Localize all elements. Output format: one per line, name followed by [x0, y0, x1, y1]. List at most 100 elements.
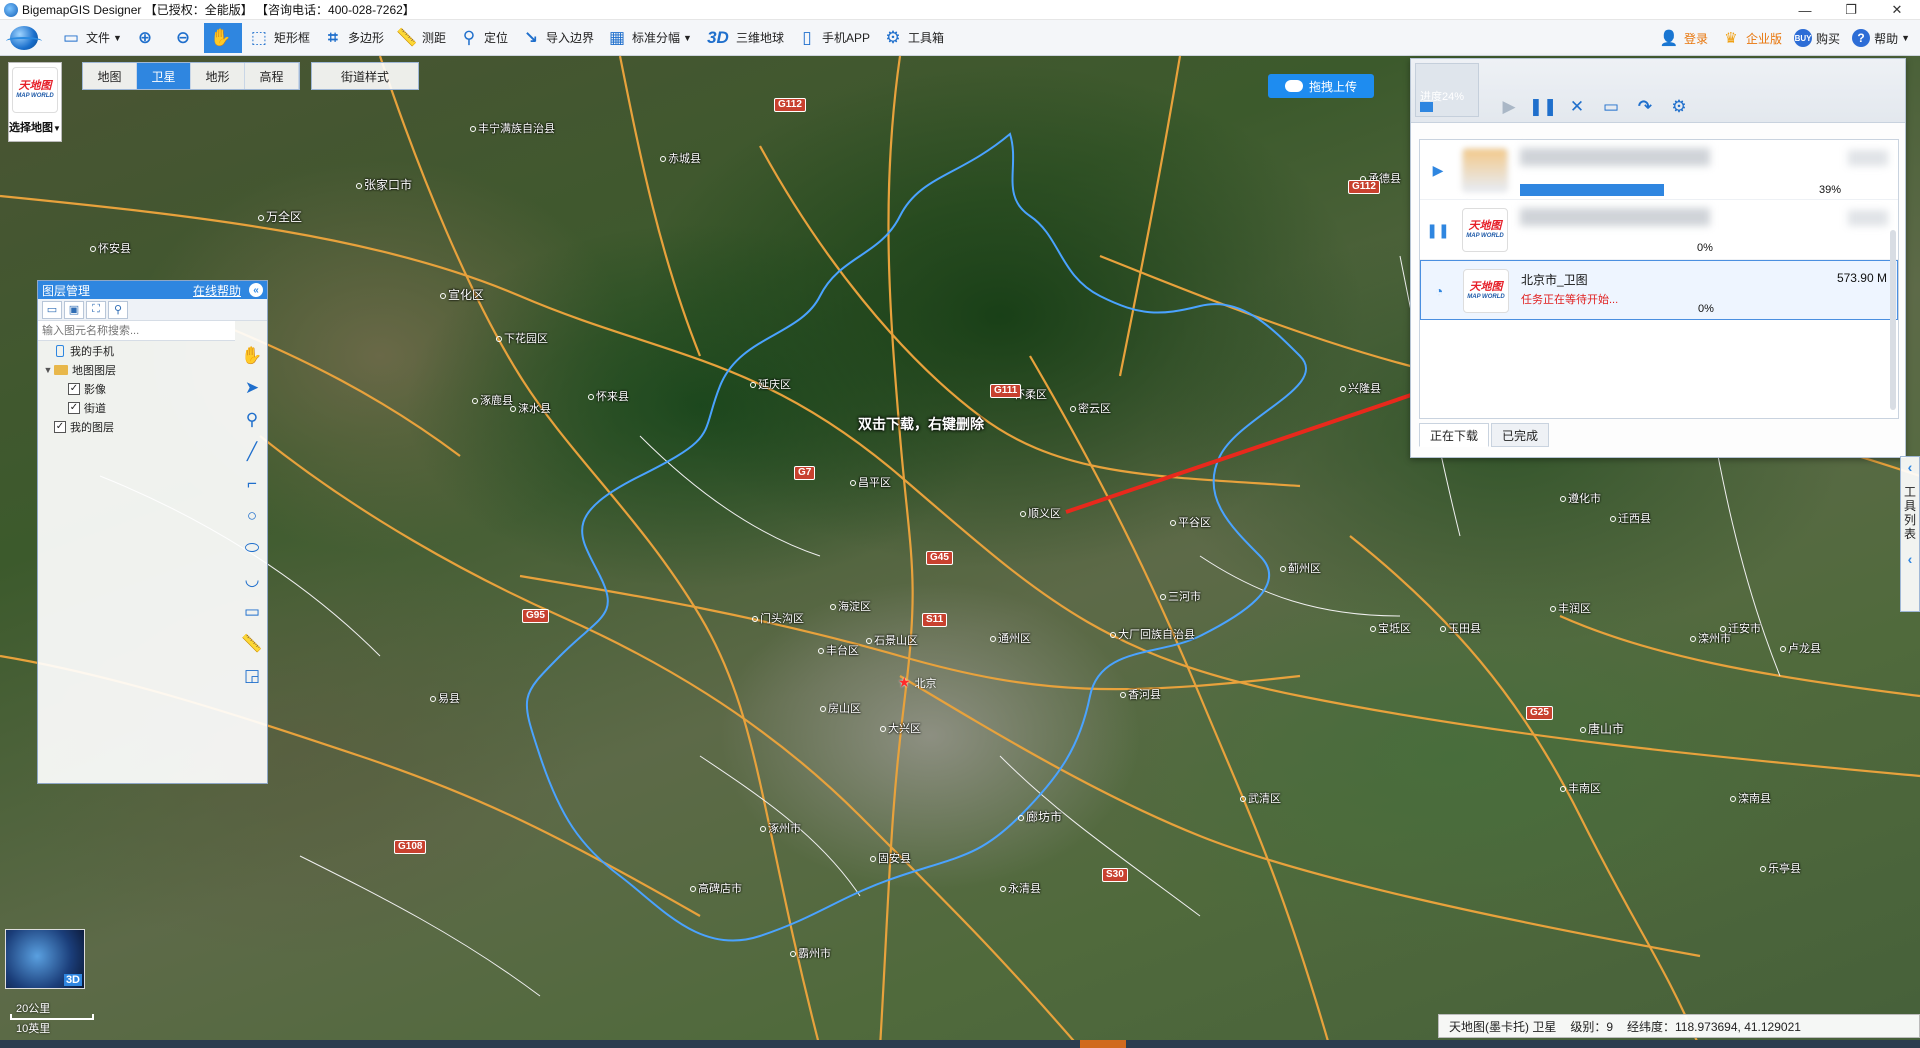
collapse-panel-button[interactable]: « [249, 283, 263, 297]
map-source-selector[interactable]: 天地图 MAP WORLD 选择地图▼ [8, 62, 62, 142]
tab-downloading[interactable]: 正在下载 [1419, 423, 1490, 447]
pan-button[interactable]: ✋ [203, 22, 242, 53]
running-status-icon[interactable]: ▶ [1430, 162, 1446, 178]
online-help-link[interactable]: 在线帮助 [193, 282, 241, 299]
open-folder-icon[interactable]: ▭ [1601, 97, 1621, 117]
street-style-button[interactable]: 街道样式 [311, 62, 419, 90]
my-layers-checkbox[interactable]: ✓ [54, 420, 66, 433]
map-source-label: 选择地图▼ [9, 122, 61, 134]
chevron-down-icon: ▼ [53, 124, 61, 133]
rectangle-draw-icon[interactable]: ▭ [241, 601, 263, 623]
polyline-draw-icon[interactable]: ⌐ [241, 473, 263, 495]
area-measure-icon[interactable]: ◲ [241, 665, 263, 687]
streets-checkbox[interactable]: ✓ [68, 401, 80, 414]
settings-icon[interactable]: ⚙ [1669, 97, 1689, 117]
tab-completed[interactable]: 已完成 [1491, 423, 1550, 447]
mobile-app-button[interactable]: ▯ 手机APP [790, 23, 876, 53]
layer-search-input[interactable] [38, 321, 235, 341]
chevron-left-icon[interactable]: ‹ [1908, 457, 1913, 477]
bigemap-logo-icon[interactable] [6, 23, 42, 53]
chevron-left-icon[interactable]: ‹ [1908, 549, 1913, 569]
tree-item-my-layers[interactable]: ✓ 我的图层 [38, 417, 235, 436]
redo-icon[interactable]: ↷ [1635, 97, 1655, 117]
tab-satellite[interactable]: 卫星 [137, 63, 191, 89]
task-size: 573.90 M [1836, 271, 1887, 285]
polygon-select-button[interactable]: ⌗ 多边形 [316, 23, 390, 53]
select-arrow-icon[interactable]: ➤ [241, 377, 263, 399]
toolbox-button[interactable]: ⚙ 工具箱 [876, 23, 950, 53]
play-icon[interactable]: ▶ [1499, 97, 1519, 117]
chevron-down-icon: ▼ [1901, 33, 1910, 43]
map-hint-text: 双击下载，右键删除 [858, 416, 984, 432]
import-boundary-button[interactable]: ↘ 导入边界 [514, 23, 600, 53]
download-item[interactable]: ▶ 39% [1420, 140, 1898, 200]
road-shield: G108 [394, 840, 427, 854]
help-button[interactable]: ? 帮助 ▼ [1846, 23, 1916, 53]
tree-item-my-phone[interactable]: 我的手机 [38, 341, 235, 360]
map-type-tabs: 地图 卫星 地形 高程 [82, 62, 300, 90]
close-button[interactable]: ✕ [1874, 0, 1920, 20]
rectangle-select-button[interactable]: ⬚ 矩形框 [242, 23, 316, 53]
download-item[interactable]: ◔ 天地图 MAP WORLD 北京市_卫图 573.90 M 任务正在等待开始… [1420, 260, 1898, 320]
crown-icon: ♛ [1724, 30, 1738, 47]
place-label: 大兴区 [880, 720, 921, 736]
ruler-icon[interactable]: 📏 [241, 633, 263, 655]
tree-item-imagery[interactable]: ✓ 影像 [38, 379, 235, 398]
file-menu-button[interactable]: ▭ 文件 ▼ [54, 23, 128, 53]
buy-button[interactable]: BUY 购买 [1788, 23, 1846, 53]
map-source-status: 天地图(墨卡托) 卫星 [1449, 1019, 1557, 1034]
globe-minimap[interactable]: 3D [5, 929, 85, 989]
tool-list-label: 工具列表 [1903, 485, 1916, 541]
location-pin-icon: ⚲ [462, 27, 476, 47]
marker-pin-icon[interactable]: ⚲ [241, 409, 263, 431]
tab-map[interactable]: 地图 [83, 63, 137, 89]
measure-distance-button[interactable]: 📏 测距 [390, 23, 452, 53]
restore-button[interactable]: ❐ [1828, 0, 1874, 20]
3d-badge[interactable]: 3D [63, 974, 82, 986]
place-label: 唐山市 [1580, 720, 1624, 737]
tool-list-sidebar[interactable]: ‹ 工具列表 ‹ [1900, 456, 1920, 612]
enterprise-button[interactable]: ♛ 企业版 [1714, 23, 1788, 53]
zoom-out-button[interactable]: ⊖ [166, 23, 204, 53]
place-label: 丰南区 [1560, 780, 1601, 796]
place-label: 卢龙县 [1780, 640, 1821, 656]
line-draw-icon[interactable]: ╱ [241, 441, 263, 463]
open-file-icon[interactable]: ▭ [42, 300, 62, 319]
search-icon[interactable]: ⚲ [108, 300, 128, 319]
map-line [259, 435, 1081, 1048]
minimize-button[interactable]: — [1782, 0, 1828, 20]
locate-button[interactable]: ⚲ 定位 [452, 23, 514, 53]
arc-draw-icon[interactable]: ◡ [241, 569, 263, 591]
drag-upload-button[interactable]: 拖拽上传 [1268, 74, 1374, 98]
place-label: 乐亭县 [1760, 860, 1801, 876]
place-label: 武清区 [1240, 790, 1281, 806]
list-scrollbar[interactable] [1890, 230, 1896, 410]
map-line [1029, 355, 1332, 1048]
zoom-in-button[interactable]: ⊕ [128, 23, 166, 53]
imagery-checkbox[interactable]: ✓ [68, 382, 80, 395]
tree-item-map-layers[interactable]: ▼ 地图图层 [38, 360, 235, 379]
pan-hand-icon[interactable]: ✋ [241, 345, 263, 367]
save-icon[interactable]: ▣ [64, 300, 84, 319]
pause-icon[interactable]: ❚❚ [1529, 97, 1558, 117]
cloud-upload-icon [1284, 80, 1303, 92]
waiting-status-icon[interactable]: ◔ [1431, 283, 1447, 299]
tab-elevation[interactable]: 高程 [245, 63, 299, 89]
login-button[interactable]: 👤 登录 [1652, 23, 1714, 53]
ellipse-draw-icon[interactable]: ⬭ [241, 537, 263, 559]
download-item[interactable]: ❚❚ 天地图 MAP WORLD 0% [1420, 200, 1898, 260]
3d-globe-button[interactable]: 3D 三维地球 [698, 23, 790, 53]
collapse-toggle-icon[interactable]: ▼ [42, 365, 54, 375]
download-manager-panel: 进度24% ▶ ❚❚ ✕ ▭ ↷ ⚙ ▶ 39% ❚❚ 天地图 MAP WORL… [1410, 58, 1906, 458]
circle-draw-icon[interactable]: ○ [241, 505, 263, 527]
tree-item-streets[interactable]: ✓ 街道 [38, 398, 235, 417]
cancel-icon[interactable]: ✕ [1567, 97, 1587, 117]
standard-sheet-button[interactable]: ▦ 标准分幅 ▼ [600, 23, 698, 53]
paused-status-icon[interactable]: ❚❚ [1426, 222, 1449, 238]
tab-terrain[interactable]: 地形 [191, 63, 245, 89]
grid-icon: ▦ [608, 27, 626, 47]
fit-extent-icon[interactable]: ⛶ [86, 300, 106, 319]
status-bar: 天地图(墨卡托) 卫星 级别：9 经纬度：118.973694, 41.1290… [1438, 1014, 1920, 1038]
capital-marker: ★ 北京 [898, 674, 937, 690]
place-label: 延庆区 [750, 376, 791, 392]
